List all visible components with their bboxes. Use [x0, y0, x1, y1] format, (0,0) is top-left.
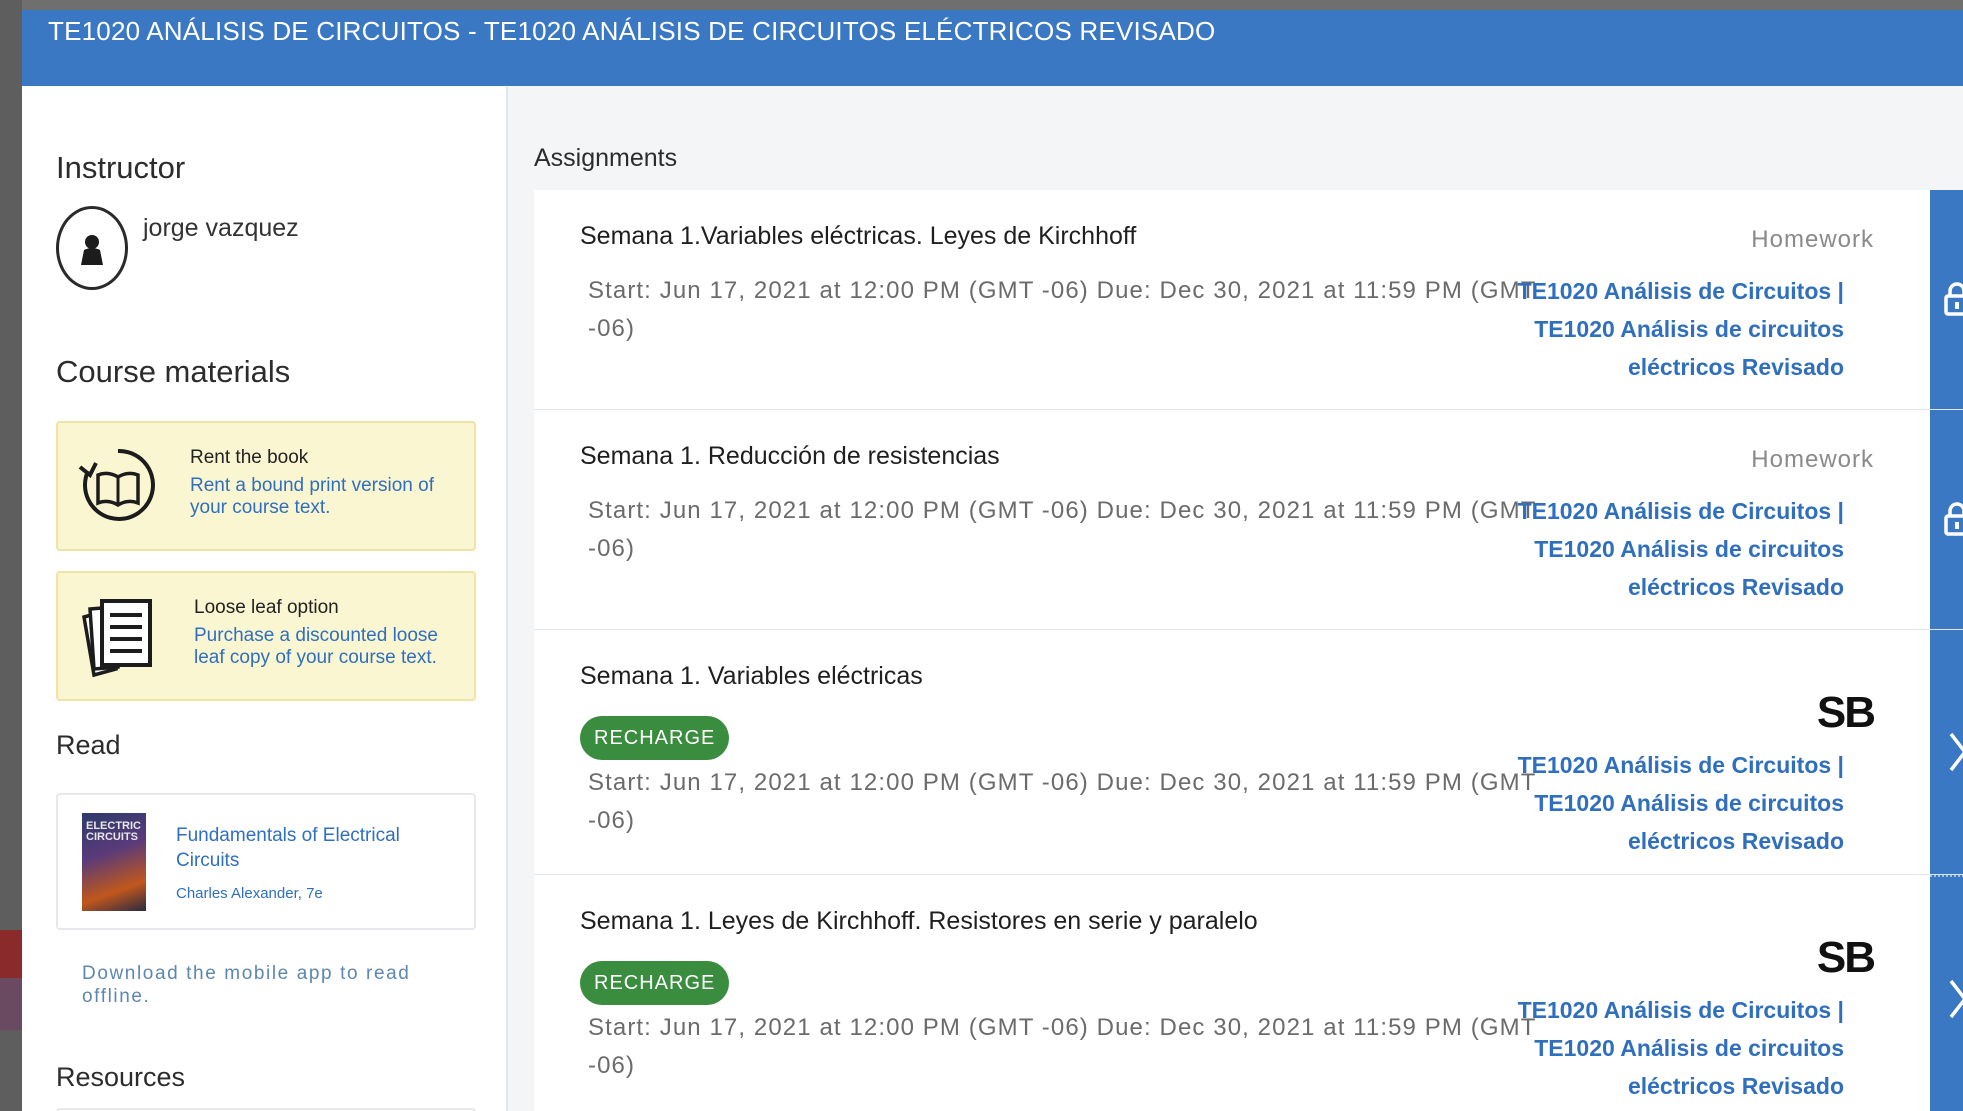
assignment-dates: Start: Jun 17, 2021 at 12:00 PM (GMT -06…: [588, 497, 1537, 562]
assignment-course-link[interactable]: TE1020 Análisis de Circuitos | TE1020 An…: [1464, 746, 1844, 860]
smartbook-logo: SB: [1816, 688, 1876, 737]
assignment-title[interactable]: Semana 1. Variables eléctricas: [580, 662, 923, 691]
smartbook-logo: SB: [1816, 933, 1876, 982]
assignment-course-link[interactable]: TE1020 Análisis de Circuitos | TE1020 An…: [1464, 492, 1844, 606]
book-author: Charles Alexander, 7e: [176, 885, 323, 902]
rent-book-card[interactable]: Rent the book Rent a bound print version…: [56, 421, 476, 551]
instructor-heading: Instructor: [56, 150, 186, 185]
assignment-locked-button[interactable]: [1930, 410, 1963, 629]
material-title: Rent the book: [190, 447, 309, 468]
recharge-badge: RECHARGE: [580, 716, 730, 760]
book-cover[interactable]: ELECTRIC CIRCUITS: [82, 813, 146, 911]
assignment-title[interactable]: Semana 1.Variables eléctricas. Leyes de …: [580, 222, 1136, 251]
course-title: TE1020 ANÁLISIS DE CIRCUITOS - TE1020 AN…: [48, 16, 1216, 46]
avatar: [56, 206, 128, 290]
material-title: Loose leaf option: [194, 597, 339, 618]
assignment-title[interactable]: Semana 1. Reducción de resistencias: [580, 442, 1000, 471]
assignment-dates: Start: Jun 17, 2021 at 12:00 PM (GMT -06…: [588, 277, 1537, 342]
background-edge: [0, 0, 22, 1111]
lock-icon: [1944, 282, 1963, 316]
background-band: [0, 930, 22, 978]
assignment-dates: Start: Jun 17, 2021 at 12:00 PM (GMT -06…: [588, 1014, 1537, 1079]
assignment-card[interactable]: Semana 1. Leyes de Kirchhoff. Resistores…: [534, 875, 1963, 1111]
assignment-card[interactable]: Semana 1.Variables eléctricas. Leyes de …: [534, 190, 1963, 410]
person-icon: [81, 235, 103, 265]
assignment-type: Homework: [1751, 446, 1874, 473]
lock-icon: [1944, 502, 1963, 536]
ebook-card[interactable]: ELECTRIC CIRCUITS Fundamentals of Electr…: [56, 793, 476, 930]
assignment-type: Homework: [1751, 226, 1874, 253]
read-heading: Read: [56, 730, 121, 760]
assignment-course-link[interactable]: TE1020 Análisis de Circuitos | TE1020 An…: [1464, 991, 1844, 1105]
open-assignment-button[interactable]: [1930, 630, 1963, 874]
chevron-right-icon: [1949, 732, 1963, 772]
loose-leaf-card[interactable]: Loose leaf option Purchase a discounted …: [56, 571, 476, 701]
assignment-card[interactable]: Semana 1. Reducción de resistencias Home…: [534, 410, 1963, 630]
assignment-title[interactable]: Semana 1. Leyes de Kirchhoff. Resistores…: [580, 907, 1258, 936]
assignment-dates: Start: Jun 17, 2021 at 12:00 PM (GMT -06…: [588, 769, 1537, 834]
course-materials-heading: Course materials: [56, 354, 291, 389]
material-description[interactable]: Rent a bound print version of your cours…: [190, 475, 460, 519]
assignment-course-link[interactable]: TE1020 Análisis de Circuitos | TE1020 An…: [1464, 272, 1844, 386]
assignments-panel: Assignments Semana 1.Variables eléctrica…: [508, 86, 1963, 1111]
chevron-right-icon: [1949, 979, 1963, 1019]
sidebar: Instructor jorge vazquez Course material…: [22, 86, 508, 1111]
rent-book-icon: [78, 448, 155, 521]
recharge-badge: RECHARGE: [580, 961, 730, 1005]
book-title-link[interactable]: Fundamentals of Electrical Circuits: [176, 823, 436, 873]
loose-leaf-icon: [82, 599, 152, 678]
assignment-card[interactable]: Semana 1. Variables eléctricas SB RECHAR…: [534, 630, 1963, 875]
assignment-locked-button[interactable]: [1930, 190, 1963, 409]
background-band: [0, 978, 22, 1030]
open-assignment-button[interactable]: [1930, 875, 1963, 1111]
book-cover-text: ELECTRIC CIRCUITS: [86, 820, 141, 843]
course-header: TE1020 ANÁLISIS DE CIRCUITOS - TE1020 AN…: [22, 10, 1963, 86]
instructor-name: jorge vazquez: [143, 214, 299, 242]
course-page: TE1020 ANÁLISIS DE CIRCUITOS - TE1020 AN…: [22, 10, 1963, 1111]
download-app-link[interactable]: Download the mobile app to read offline.: [82, 962, 472, 1008]
assignments-heading: Assignments: [534, 144, 678, 172]
resources-heading: Resources: [56, 1062, 186, 1092]
material-description[interactable]: Purchase a discounted loose leaf copy of…: [194, 625, 464, 669]
